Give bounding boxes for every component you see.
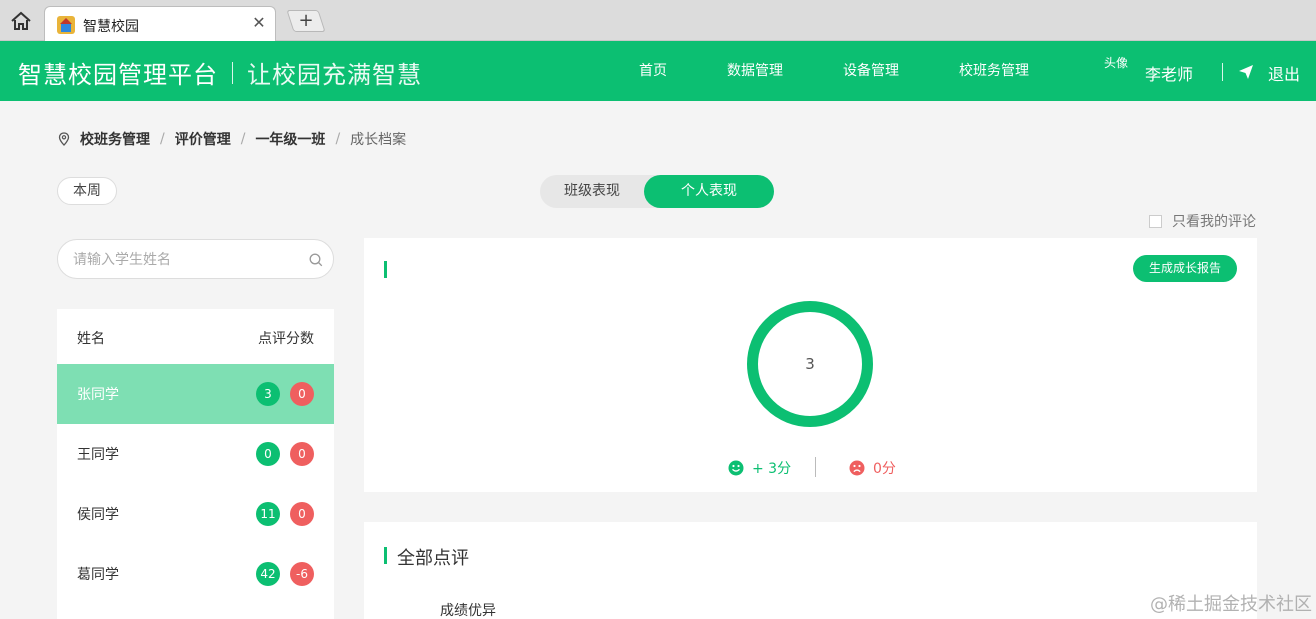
frown-icon bbox=[849, 460, 865, 476]
breadcrumb-current: 成长档案 bbox=[350, 132, 407, 148]
negative-score-badge: -6 bbox=[290, 562, 314, 586]
generate-report-button[interactable]: 生成成长报告 bbox=[1133, 255, 1237, 282]
week-filter-button[interactable]: 本周 bbox=[57, 177, 117, 205]
student-search-input[interactable] bbox=[73, 250, 303, 270]
nav-item-data[interactable]: 数据管理 bbox=[727, 41, 783, 101]
brand-slogan: 让校园充满智慧 bbox=[247, 61, 422, 89]
favicon-icon bbox=[57, 16, 75, 34]
nav-item-devices[interactable]: 设备管理 bbox=[843, 41, 899, 101]
stats-divider bbox=[815, 457, 816, 477]
brand: 智慧校园管理平台 让校园充满智慧 bbox=[18, 55, 422, 90]
avatar[interactable]: 头像 bbox=[1104, 57, 1138, 91]
negative-total-text: 0分 bbox=[873, 461, 896, 477]
only-mine-checkbox[interactable] bbox=[1149, 214, 1162, 228]
student-list-header: 姓名 点评分数 bbox=[57, 309, 334, 364]
nav-item-home[interactable]: 首页 bbox=[639, 41, 667, 101]
section-accent-bar bbox=[384, 261, 387, 278]
user-name[interactable]: 李老师 bbox=[1145, 61, 1193, 85]
view-toggle: 班级表现 个人表现 bbox=[540, 175, 774, 208]
comment-category: 成绩优异 bbox=[440, 603, 496, 619]
breadcrumb-separator: / bbox=[240, 131, 246, 147]
positive-score-badge: 11 bbox=[256, 502, 280, 526]
negative-score-badge: 0 bbox=[290, 442, 314, 466]
breadcrumb-item[interactable]: 一年级一班 bbox=[255, 129, 325, 149]
logout-button[interactable]: 退出 bbox=[1268, 61, 1300, 85]
positive-total: + 3分 bbox=[728, 458, 791, 478]
section-accent-bar bbox=[384, 547, 387, 564]
student-list: 姓名 点评分数 张同学 3 0 王同学 0 0 侯同学 11 0 葛同学 42 … bbox=[57, 309, 334, 619]
student-name: 张同学 bbox=[77, 387, 119, 403]
positive-score-badge: 42 bbox=[256, 562, 280, 586]
new-tab-button[interactable]: + bbox=[286, 10, 326, 32]
browser-tab-title: 智慧校园 bbox=[83, 19, 139, 35]
app-header: 智慧校园管理平台 让校园充满智慧 首页 数据管理 设备管理 校班务管理 头像 李… bbox=[0, 41, 1316, 101]
positive-total-text: + 3分 bbox=[752, 461, 792, 477]
browser-tab[interactable]: 智慧校园 ✕ bbox=[44, 6, 276, 41]
student-name: 葛同学 bbox=[77, 567, 119, 583]
column-header-name: 姓名 bbox=[77, 331, 105, 347]
negative-score-badge: 0 bbox=[290, 382, 314, 406]
only-mine-filter[interactable]: 只看我的评论 bbox=[1149, 211, 1256, 231]
student-row[interactable]: 葛同学 42 -6 bbox=[57, 544, 334, 604]
search-icon[interactable] bbox=[309, 253, 323, 267]
brand-divider bbox=[232, 61, 233, 84]
breadcrumb-separator: / bbox=[160, 131, 165, 147]
score-ring-value: 3 bbox=[805, 355, 815, 373]
breadcrumb-item[interactable]: 校班务管理 bbox=[80, 129, 150, 149]
student-search bbox=[57, 239, 334, 279]
home-icon[interactable] bbox=[10, 11, 32, 31]
breadcrumb: 校班务管理 / 评价管理 / 一年级一班 / 成长档案 bbox=[58, 129, 406, 149]
score-summary-card: 生成成长报告 3 + 3分 0分 bbox=[364, 238, 1257, 492]
breadcrumb-separator: / bbox=[335, 131, 341, 147]
send-icon[interactable] bbox=[1238, 64, 1254, 80]
brand-title: 智慧校园管理平台 bbox=[18, 61, 218, 89]
tab-personal-performance[interactable]: 个人表现 bbox=[644, 175, 774, 208]
header-divider bbox=[1222, 63, 1223, 81]
location-pin-icon bbox=[58, 132, 70, 146]
plus-icon: + bbox=[298, 10, 314, 31]
close-icon[interactable]: ✕ bbox=[251, 15, 267, 31]
watermark: @稀土掘金技术社区 bbox=[1150, 594, 1312, 615]
negative-total: 0分 bbox=[849, 458, 896, 478]
only-mine-label: 只看我的评论 bbox=[1172, 214, 1256, 230]
student-row[interactable]: 侯同学 11 0 bbox=[57, 484, 334, 544]
all-comments-card: 全部点评 成绩优异 bbox=[364, 522, 1257, 619]
tab-class-performance[interactable]: 班级表现 bbox=[540, 175, 644, 208]
student-name: 王同学 bbox=[77, 447, 119, 463]
score-ring: 3 bbox=[747, 301, 873, 427]
breadcrumb-item[interactable]: 评价管理 bbox=[175, 129, 231, 149]
all-comments-title: 全部点评 bbox=[397, 548, 469, 569]
positive-score-badge: 0 bbox=[256, 442, 280, 466]
positive-score-badge: 3 bbox=[256, 382, 280, 406]
browser-tab-bar: 智慧校园 ✕ + bbox=[0, 0, 1316, 41]
column-header-score: 点评分数 bbox=[258, 331, 314, 347]
student-row[interactable]: 张同学 3 0 bbox=[57, 364, 334, 424]
nav-item-class-affairs[interactable]: 校班务管理 bbox=[959, 41, 1029, 101]
student-name: 侯同学 bbox=[77, 507, 119, 523]
negative-score-badge: 0 bbox=[290, 502, 314, 526]
smile-icon bbox=[728, 460, 744, 476]
student-row[interactable]: 王同学 0 0 bbox=[57, 424, 334, 484]
